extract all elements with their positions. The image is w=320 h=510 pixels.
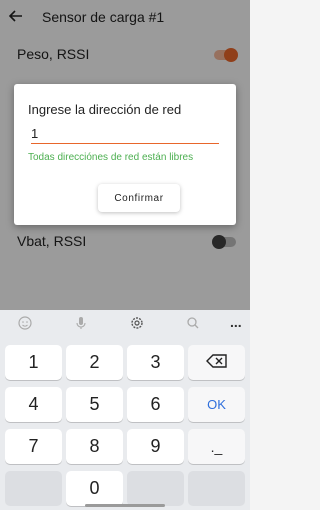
key-9[interactable]: 9 xyxy=(127,429,184,464)
key-8[interactable]: 8 xyxy=(66,429,123,464)
numeric-keyboard: ... 1 2 3 4 5 6 OK 7 8 9 ._ 0 xyxy=(0,310,250,510)
emoji-icon[interactable] xyxy=(17,315,33,331)
blank-key-middle xyxy=(127,471,184,506)
search-icon[interactable] xyxy=(185,315,201,331)
backspace-key[interactable] xyxy=(188,345,245,380)
network-address-input[interactable] xyxy=(31,126,219,144)
network-address-dialog: Ingrese la dirección de red Todas direcc… xyxy=(14,84,236,225)
key-1[interactable]: 1 xyxy=(5,345,62,380)
key-4[interactable]: 4 xyxy=(5,387,62,422)
settings-icon[interactable] xyxy=(129,315,145,331)
decimal-minus-key[interactable]: ._ xyxy=(188,429,245,464)
home-indicator[interactable] xyxy=(85,504,165,507)
mic-icon[interactable] xyxy=(73,315,89,331)
blank-key-left xyxy=(5,471,62,506)
confirm-button[interactable]: Confirmar xyxy=(98,184,180,212)
key-3[interactable]: 3 xyxy=(127,345,184,380)
backspace-icon xyxy=(205,352,228,373)
key-2[interactable]: 2 xyxy=(66,345,123,380)
blank-key-right xyxy=(188,471,245,506)
dialog-status-message: Todas direcciónes de red están libres xyxy=(28,152,194,163)
key-7[interactable]: 7 xyxy=(5,429,62,464)
ok-key[interactable]: OK xyxy=(188,387,245,422)
keyboard-toolbar: ... xyxy=(0,310,250,336)
key-0[interactable]: 0 xyxy=(66,471,123,506)
more-icon[interactable]: ... xyxy=(230,314,242,330)
dialog-title: Ingrese la dirección de red xyxy=(28,102,182,117)
key-5[interactable]: 5 xyxy=(66,387,123,422)
key-6[interactable]: 6 xyxy=(127,387,184,422)
